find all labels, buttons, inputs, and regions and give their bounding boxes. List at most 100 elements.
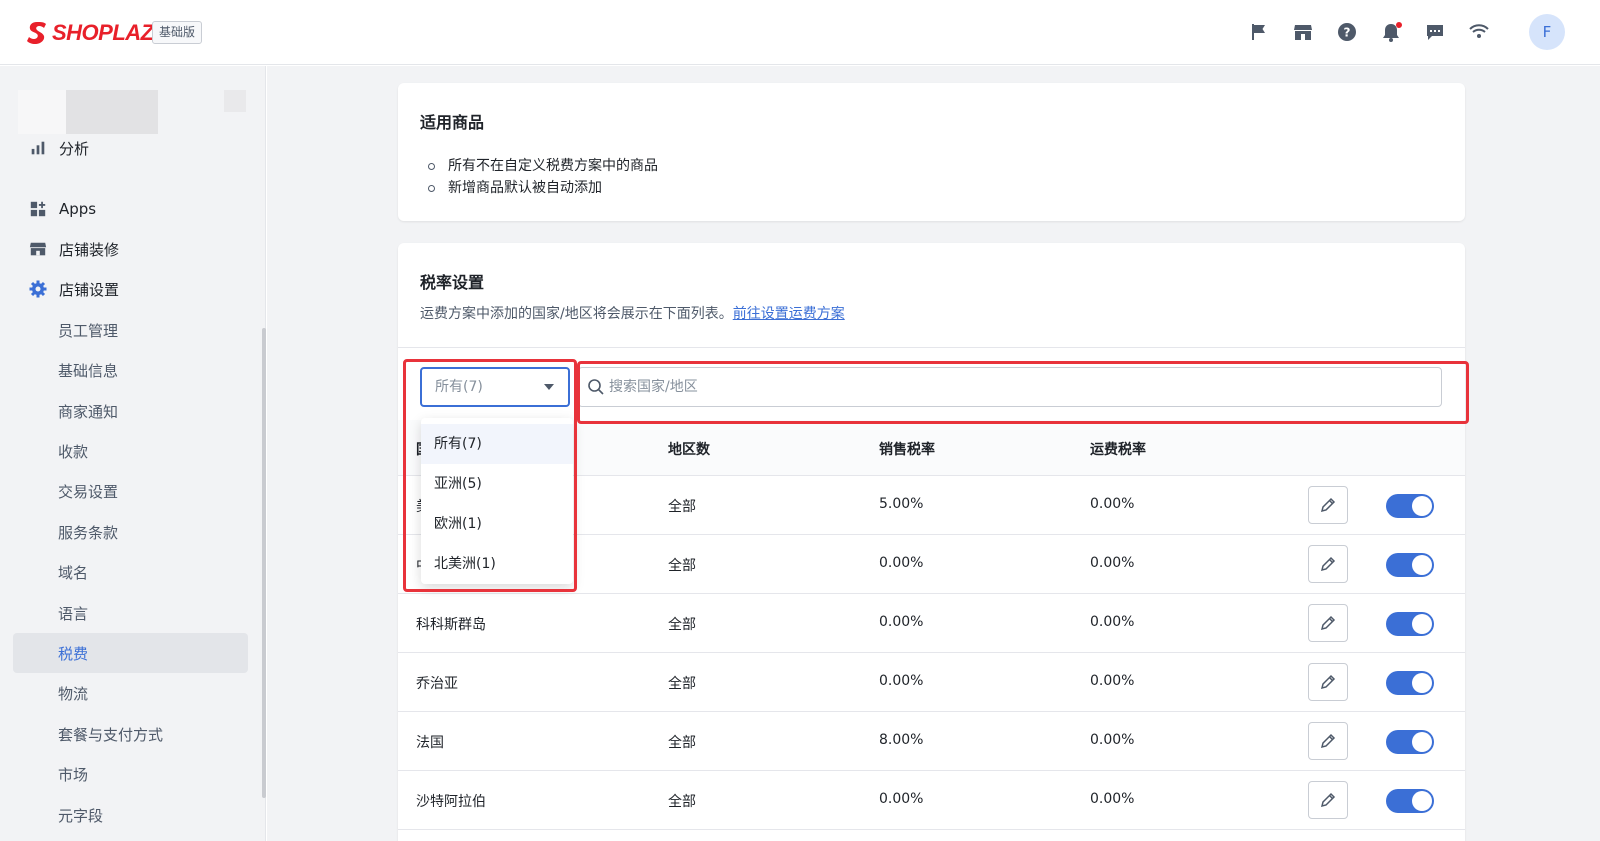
sidebar-sub-item[interactable]: 元字段 <box>13 795 248 835</box>
edit-button[interactable] <box>1308 545 1348 583</box>
list-item: 新增商品默认被自动添加 <box>428 177 658 199</box>
cell-regions: 全部 <box>668 617 696 633</box>
shipping-settings-link[interactable]: 前往设置运费方案 <box>733 306 845 322</box>
applicable-products-card: 适用商品 所有不在自定义税费方案中的商品 新增商品默认被自动添加 <box>398 83 1465 221</box>
cell-regions: 全部 <box>668 735 696 751</box>
card-description: 运费方案中添加的国家/地区将会展示在下面列表。前往设置运费方案 <box>420 303 845 323</box>
sidebar: 分析 Apps 店铺装修 店铺设置 员工管理 基础信息 商家通知 收款 交易设置… <box>0 66 266 841</box>
sidebar-scrollbar[interactable] <box>262 328 266 798</box>
cell-shipping-tax: 0.00% <box>1090 555 1135 571</box>
cell-shipping-tax: 0.00% <box>1090 673 1135 689</box>
top-bar: SHOPLAZZA 基础版 ? F <box>0 0 1600 65</box>
apps-grid-icon <box>28 199 48 219</box>
cell-sales-tax: 0.00% <box>879 673 924 689</box>
list-item: 所有不在自定义税费方案中的商品 <box>428 155 658 177</box>
cell-regions: 全部 <box>668 794 696 810</box>
store-icon <box>28 239 48 259</box>
sidebar-sub-item[interactable]: 商家通知 <box>13 391 248 431</box>
cell-shipping-tax: 0.00% <box>1090 614 1135 630</box>
sidebar-item-store-design[interactable]: 店铺装修 <box>13 229 248 269</box>
sidebar-sub-item-tax-active[interactable]: 税费 <box>13 633 248 673</box>
flag-icon[interactable] <box>1248 21 1272 45</box>
sidebar-sub-item[interactable]: 物流 <box>13 673 248 713</box>
sidebar-item-label: 分析 <box>59 139 90 158</box>
card-title: 税率设置 <box>420 273 485 292</box>
toggle-knob <box>1412 673 1432 693</box>
toggle-knob <box>1412 614 1432 634</box>
enable-toggle[interactable] <box>1386 789 1434 813</box>
sidebar-sub-item[interactable]: 员工管理 <box>13 310 248 350</box>
pencil-icon <box>1320 615 1336 631</box>
cell-regions: 全部 <box>668 499 696 515</box>
divider <box>398 347 1465 348</box>
cell-country: 乔治亚 <box>416 676 458 692</box>
sidebar-sub-item[interactable]: 域名 <box>13 552 248 592</box>
pencil-icon <box>1320 674 1336 690</box>
gear-icon <box>28 279 48 299</box>
cell-shipping-tax: 0.00% <box>1090 732 1135 748</box>
column-header-sales-tax: 销售税率 <box>879 442 935 458</box>
cell-regions: 全部 <box>668 676 696 692</box>
column-header-regions: 地区数 <box>668 442 710 458</box>
sidebar-item-apps[interactable]: Apps <box>13 189 248 229</box>
blurred-store-switch <box>224 90 246 112</box>
pencil-icon <box>1320 497 1336 513</box>
edit-button[interactable] <box>1308 663 1348 701</box>
sidebar-sub-item[interactable]: 收款 <box>13 431 248 471</box>
logo-mark-icon <box>27 22 46 44</box>
message-icon[interactable] <box>1424 21 1448 45</box>
table-row: 沙特阿拉伯 全部 0.00% 0.00% <box>398 771 1465 830</box>
edit-button[interactable] <box>1308 722 1348 760</box>
bullet-list: 所有不在自定义税费方案中的商品 新增商品默认被自动添加 <box>428 155 658 199</box>
pencil-icon <box>1320 733 1336 749</box>
toggle-knob <box>1412 791 1432 811</box>
sidebar-sub-item[interactable]: 交易设置 <box>13 471 248 511</box>
help-icon[interactable]: ? <box>1336 21 1360 45</box>
edit-button[interactable] <box>1308 604 1348 642</box>
cell-shipping-tax: 0.00% <box>1090 791 1135 807</box>
sidebar-item-analytics[interactable]: 分析 <box>13 128 248 168</box>
cell-shipping-tax: 0.00% <box>1090 496 1135 512</box>
toggle-knob <box>1412 496 1432 516</box>
bar-chart-icon <box>28 138 48 158</box>
cell-sales-tax: 5.00% <box>879 496 924 512</box>
sidebar-item-label: 店铺装修 <box>59 240 120 259</box>
cell-sales-tax: 8.00% <box>879 732 924 748</box>
cell-regions: 全部 <box>668 558 696 574</box>
table-row: 科科斯群岛 全部 0.00% 0.00% <box>398 594 1465 653</box>
toggle-knob <box>1412 555 1432 575</box>
enable-toggle[interactable] <box>1386 612 1434 636</box>
toggle-knob <box>1412 732 1432 752</box>
sidebar-sub-item[interactable]: 语言 <box>13 593 248 633</box>
cell-country: 法国 <box>416 735 444 751</box>
sidebar-item-label: Apps <box>59 200 97 218</box>
edit-button[interactable] <box>1308 486 1348 524</box>
sidebar-sub-item[interactable]: 基础信息 <box>13 350 248 390</box>
edit-button[interactable] <box>1308 781 1348 819</box>
pencil-icon <box>1320 792 1336 808</box>
svg-text:?: ? <box>1344 26 1351 40</box>
bell-icon[interactable] <box>1380 21 1404 45</box>
sidebar-sub-item[interactable]: 服务条款 <box>13 512 248 552</box>
highlight-box-search <box>577 361 1469 424</box>
cell-sales-tax: 0.00% <box>879 614 924 630</box>
card-title: 适用商品 <box>420 113 485 132</box>
avatar[interactable]: F <box>1529 14 1565 50</box>
enable-toggle[interactable] <box>1386 730 1434 754</box>
plan-badge: 基础版 <box>152 21 203 44</box>
enable-toggle[interactable] <box>1386 671 1434 695</box>
sidebar-sub-item[interactable]: 套餐与支付方式 <box>13 714 248 754</box>
sidebar-sub-item[interactable]: 市场 <box>13 754 248 794</box>
wifi-icon[interactable] <box>1468 21 1492 45</box>
store-icon[interactable] <box>1292 21 1316 45</box>
enable-toggle[interactable] <box>1386 494 1434 518</box>
highlight-box-filter <box>403 359 577 592</box>
sidebar-item-label: 店铺设置 <box>59 280 120 299</box>
sidebar-item-store-settings[interactable]: 店铺设置 <box>13 269 248 309</box>
pencil-icon <box>1320 556 1336 572</box>
cell-country: 沙特阿拉伯 <box>416 794 486 810</box>
table-row: 法国 全部 8.00% 0.00% <box>398 712 1465 771</box>
enable-toggle[interactable] <box>1386 553 1434 577</box>
table-row: 乔治亚 全部 0.00% 0.00% <box>398 653 1465 712</box>
cell-country: 科科斯群岛 <box>416 617 486 633</box>
